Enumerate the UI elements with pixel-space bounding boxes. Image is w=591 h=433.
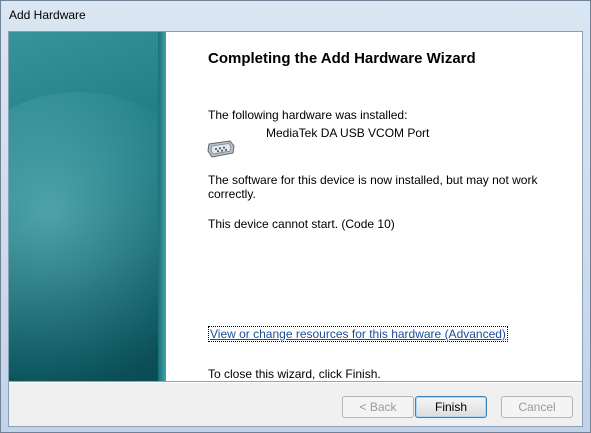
installed-label: The following hardware was installed: [208, 108, 408, 122]
wizard-content-panel: Completing the Add Hardware Wizard The f… [166, 32, 582, 381]
status-line-2: correctly. [208, 187, 256, 201]
serial-port-icon [207, 140, 235, 158]
wizard-banner-graphic [9, 32, 166, 381]
window-title: Add Hardware [9, 8, 86, 22]
device-name: MediaTek DA USB VCOM Port [266, 126, 430, 140]
banner-sweep-graphic [9, 92, 166, 381]
view-resources-link[interactable]: View or change resources for this hardwa… [208, 326, 508, 342]
add-hardware-window: Add Hardware Completing the Add Hardware… [0, 0, 591, 433]
status-line-1: The software for this device is now inst… [208, 173, 538, 187]
wizard-client-area: Completing the Add Hardware Wizard The f… [8, 31, 583, 427]
error-text: This device cannot start. (Code 10) [208, 217, 395, 231]
wizard-heading: Completing the Add Hardware Wizard [208, 50, 476, 67]
cancel-button[interactable]: Cancel [501, 396, 573, 418]
close-hint: To close this wizard, click Finish. [208, 367, 381, 381]
finish-button[interactable]: Finish [415, 396, 487, 418]
back-button[interactable]: < Back [342, 396, 414, 418]
button-divider [9, 381, 582, 383]
banner-edge-strip [158, 32, 166, 381]
title-bar[interactable]: Add Hardware [1, 1, 590, 31]
